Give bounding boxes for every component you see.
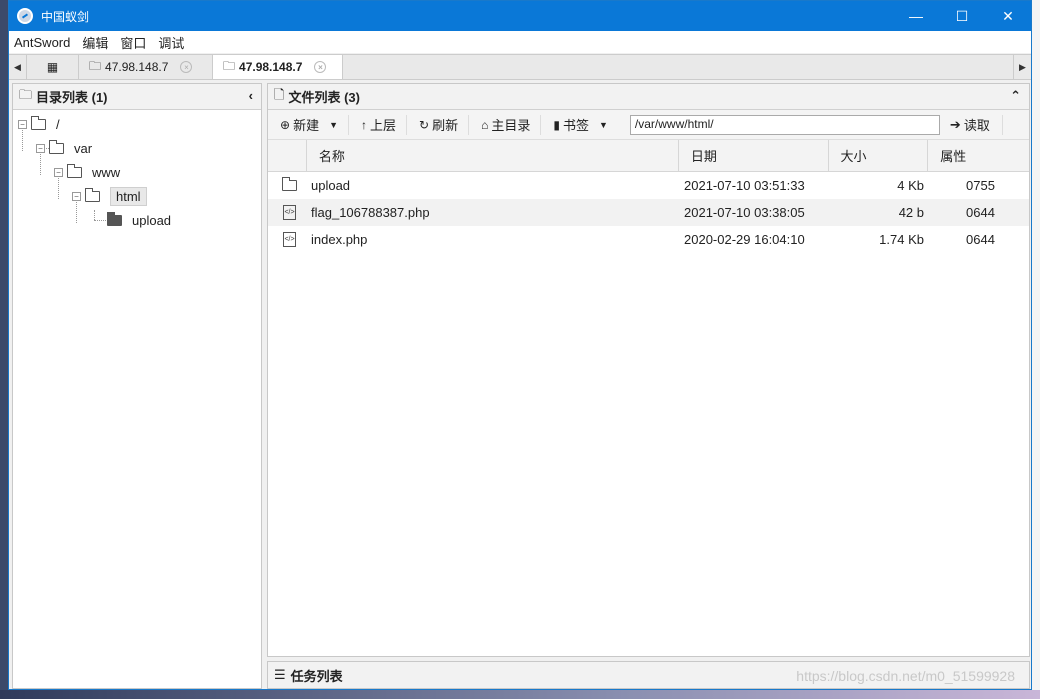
file-panel-header: 🗋 文件列表 (3) ⌃ xyxy=(268,84,1029,110)
file-name: index.php xyxy=(311,232,368,247)
col-icon-header xyxy=(268,140,307,171)
menu-window[interactable]: 窗口 xyxy=(120,33,146,52)
folder-open-icon xyxy=(49,140,64,154)
tree-node-html[interactable]: − html xyxy=(72,187,147,206)
tree-node-upload[interactable]: upload xyxy=(107,212,171,228)
folder-open-icon xyxy=(67,164,82,178)
collapse-up-icon[interactable]: ⌃ xyxy=(1010,88,1021,104)
maximize-button[interactable]: ☐ xyxy=(939,1,985,31)
tab-label: 47.98.148.7 xyxy=(105,60,169,74)
file-date: 2020-02-29 16:04:10 xyxy=(684,232,805,247)
tab-label: 47.98.148.7 xyxy=(239,60,303,74)
folder-open-icon xyxy=(85,188,100,202)
folder-outline-icon: 🗀 xyxy=(19,86,33,102)
task-panel: ☰ 任务列表 https://blog.csdn.net/m0_51599928 xyxy=(267,661,1030,689)
collapse-toggle-icon[interactable]: − xyxy=(72,192,81,201)
file-panel: 🗋 文件列表 (3) ⌃ ⊕ 新建 ▼ ↑ 上层 ↻ 刷新 ⌂ 主目录 ▮ 书签… xyxy=(267,83,1030,657)
file-toolbar: ⊕ 新建 ▼ ↑ 上层 ↻ 刷新 ⌂ 主目录 ▮ 书签 ▼ /var/www/h… xyxy=(268,110,1029,140)
collapse-left-icon[interactable]: ‹ xyxy=(249,88,253,103)
directory-panel-title: 目录列表 (1) xyxy=(36,90,108,105)
selected-folder-label: html xyxy=(110,187,147,206)
table-row[interactable]: </> flag_106788387.php 2021-07-10 03:38:… xyxy=(268,199,1029,226)
refresh-button[interactable]: ↻ 刷新 xyxy=(417,114,470,135)
file-panel-title: 文件列表 (3) xyxy=(288,90,360,105)
arrow-up-icon: ↑ xyxy=(361,117,367,132)
file-size: 4 Kb xyxy=(897,178,924,193)
file-size: 1.74 Kb xyxy=(879,232,924,247)
path-input[interactable]: /var/www/html/ xyxy=(629,114,940,135)
home-dir-button[interactable]: ⌂ 主目录 xyxy=(479,114,542,135)
file-attr: 0644 xyxy=(966,232,995,247)
up-level-button[interactable]: ↑ 上层 xyxy=(359,114,408,135)
home-icon: ⌂ xyxy=(481,117,489,132)
file-date: 2021-07-10 03:51:33 xyxy=(684,178,805,193)
collapse-toggle-icon[interactable]: − xyxy=(54,168,63,177)
file-name: upload xyxy=(311,178,351,193)
tab-bar: ◀ ▦ 🗀 47.98.148.7 × 🗀 47.98.148.7 × ▶ xyxy=(9,54,1031,80)
tree-connector xyxy=(94,210,95,220)
read-button[interactable]: ➔ 读取 xyxy=(949,114,1003,135)
file-size: 42 b xyxy=(898,205,924,220)
antsword-logo-icon xyxy=(17,8,33,24)
col-name-header[interactable]: 名称 xyxy=(307,140,679,171)
antsword-window: 中国蚁剑 — ☐ ✕ AntSword 编辑 窗口 调试 ◀ ▦ 🗀 47.98… xyxy=(8,0,1032,690)
file-grid-header: 名称 日期 大小 属性 xyxy=(268,140,1029,172)
file-attr: 0644 xyxy=(966,205,995,220)
tab-home-grid[interactable]: ▦ xyxy=(27,55,79,79)
col-size-header[interactable]: 大小 xyxy=(829,140,929,171)
bookmark-icon: ▮ xyxy=(553,117,560,132)
tab-shell-1[interactable]: 🗀 47.98.148.7 × xyxy=(79,55,213,79)
desktop-background xyxy=(1032,0,1040,699)
close-button[interactable]: ✕ xyxy=(985,1,1031,31)
caret-down-icon: ▼ xyxy=(598,119,608,130)
tree-node-www[interactable]: − www xyxy=(54,164,120,180)
code-file-icon: </> xyxy=(283,232,296,247)
tab-close-icon[interactable]: × xyxy=(314,61,327,73)
tab-shell-2[interactable]: 🗀 47.98.148.7 × xyxy=(213,55,343,79)
menu-antsword[interactable]: AntSword xyxy=(14,35,70,50)
table-row[interactable]: </> index.php 2020-02-29 16:04:10 1.74 K… xyxy=(268,226,1029,253)
refresh-icon: ↻ xyxy=(419,117,430,132)
window-title: 中国蚁剑 xyxy=(41,9,90,24)
desktop-taskbar-strip xyxy=(0,690,1040,699)
folder-small-icon: 🗀 xyxy=(89,58,102,73)
tab-close-icon[interactable]: × xyxy=(180,61,193,73)
code-file-icon: </> xyxy=(283,205,296,220)
file-grid-body: upload 2021-07-10 03:51:33 4 Kb 0755 </>… xyxy=(268,172,1029,253)
file-date: 2021-07-10 03:38:05 xyxy=(684,205,805,220)
plus-circle-icon: ⊕ xyxy=(280,117,291,132)
caret-down-icon: ▼ xyxy=(329,119,338,130)
menu-edit[interactable]: 编辑 xyxy=(82,33,108,52)
minimize-button[interactable]: — xyxy=(893,1,939,31)
col-attr-header[interactable]: 属性 xyxy=(928,140,1029,171)
folder-icon xyxy=(282,177,297,191)
title-bar[interactable]: 中国蚁剑 — ☐ ✕ xyxy=(9,1,1031,31)
list-icon: ☰ xyxy=(274,667,286,682)
col-date-header[interactable]: 日期 xyxy=(679,140,829,171)
folder-closed-icon xyxy=(107,212,122,226)
folder-open-icon xyxy=(31,116,46,130)
tab-scroll-right-icon[interactable]: ▶ xyxy=(1013,55,1031,79)
collapse-toggle-icon[interactable]: − xyxy=(18,120,27,129)
directory-panel-header: 🗀 目录列表 (1) ‹ xyxy=(13,84,261,110)
new-button[interactable]: ⊕ 新建 ▼ xyxy=(278,114,349,135)
task-panel-title: 任务列表 xyxy=(290,668,343,684)
menu-debug[interactable]: 调试 xyxy=(158,33,184,52)
arrow-right-icon: ➔ xyxy=(949,116,961,132)
watermark-text: https://blog.csdn.net/m0_51599928 xyxy=(796,668,1015,684)
tree-node-var[interactable]: − var xyxy=(36,140,92,156)
file-outline-icon: 🗋 xyxy=(274,86,285,102)
table-row[interactable]: upload 2021-07-10 03:51:33 4 Kb 0755 xyxy=(268,172,1029,199)
menu-bar: AntSword 编辑 窗口 调试 xyxy=(9,31,1031,53)
collapse-toggle-icon[interactable]: − xyxy=(36,144,45,153)
tab-scroll-left-icon[interactable]: ◀ xyxy=(9,55,27,79)
directory-panel: 🗀 目录列表 (1) ‹ − / − var − www − html uplo… xyxy=(12,83,262,689)
tree-node-root[interactable]: − / xyxy=(18,116,60,132)
tree-connector xyxy=(94,220,106,221)
folder-small-icon: 🗀 xyxy=(223,58,236,73)
file-name: flag_106788387.php xyxy=(311,205,430,220)
grid-icon: ▦ xyxy=(46,60,59,74)
file-attr: 0755 xyxy=(966,178,995,193)
bookmark-button[interactable]: ▮ 书签 ▼ xyxy=(551,115,618,135)
